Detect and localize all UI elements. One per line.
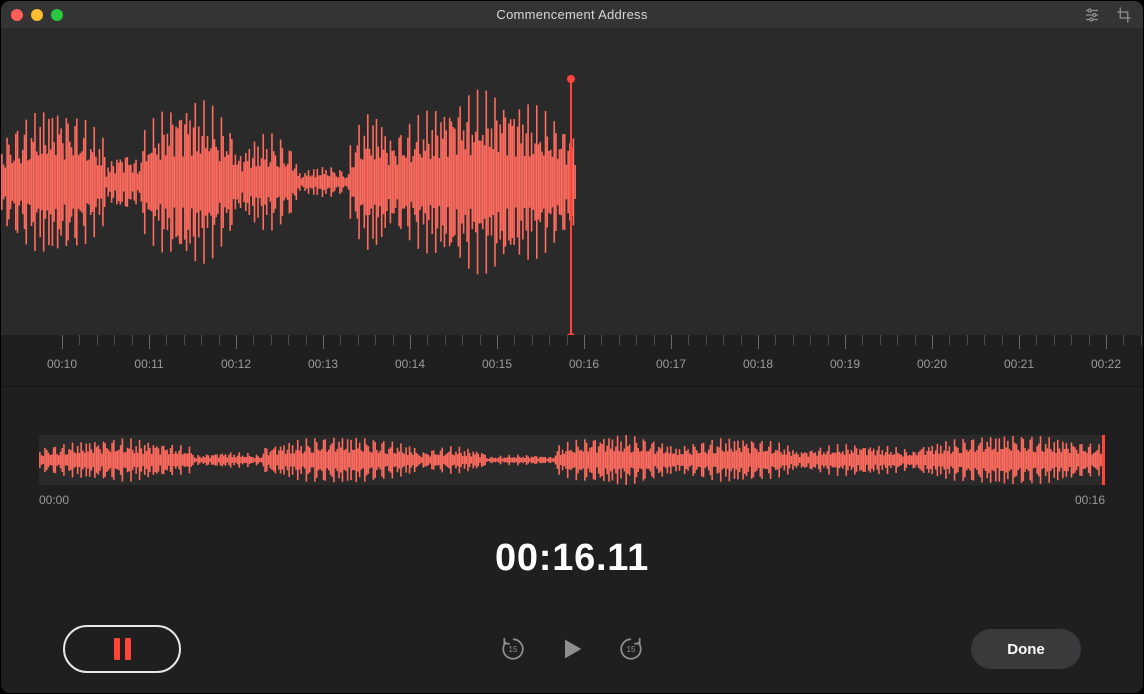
ruler-tick-label: 00:22: [1091, 357, 1121, 371]
play-button[interactable]: [558, 635, 586, 663]
skip-fwd-label: 15: [627, 645, 636, 654]
app-window: Commencement Address: [0, 0, 1144, 694]
ruler-tick-label: 00:19: [830, 357, 860, 371]
overview-start-time: 00:00: [39, 493, 69, 507]
pause-icon: [114, 638, 120, 660]
controls-row: 15 15 Done: [1, 625, 1143, 673]
window-traffic-lights: [11, 9, 63, 21]
overview-area: 00:00 00:16: [1, 387, 1143, 507]
fullscreen-window-button[interactable]: [51, 9, 63, 21]
waveform-main[interactable]: [1, 29, 1143, 335]
overview-end-time: 00:16: [1075, 493, 1105, 507]
ruler-tick-label: 00:16: [569, 357, 599, 371]
overview-strip[interactable]: [39, 435, 1105, 485]
ruler-tick-label: 00:21: [1004, 357, 1034, 371]
ruler-tick-label: 00:15: [482, 357, 512, 371]
ruler-tick-label: 00:18: [743, 357, 773, 371]
skip-back-15-button[interactable]: 15: [500, 636, 526, 662]
playhead[interactable]: [570, 79, 572, 335]
recording-timer: 00:16.11: [1, 537, 1143, 580]
title-bar: Commencement Address: [1, 1, 1143, 29]
overview-playhead[interactable]: [1102, 435, 1105, 485]
ruler-tick-label: 00:20: [917, 357, 947, 371]
window-title: Commencement Address: [496, 7, 647, 22]
crop-icon[interactable]: [1115, 6, 1133, 24]
ruler-tick-label: 00:17: [656, 357, 686, 371]
ruler-tick-label: 00:14: [395, 357, 425, 371]
done-button-label: Done: [1007, 641, 1045, 658]
ruler-tick-label: 00:11: [134, 357, 163, 371]
time-ruler[interactable]: 00:10 00:11 00:12 00:13 00:14 00:15 00:16 00:17…: [1, 335, 1143, 387]
ruler-tick-label: 00:12: [221, 357, 251, 371]
ruler-tick-label: 00:10: [47, 357, 77, 371]
done-button[interactable]: Done: [971, 629, 1081, 669]
overview-waveform-svg: [39, 435, 1105, 485]
pause-icon: [125, 638, 131, 660]
skip-forward-15-button[interactable]: 15: [618, 636, 644, 662]
ruler-tick-label: 00:13: [308, 357, 338, 371]
minimize-window-button[interactable]: [31, 9, 43, 21]
skip-back-label: 15: [509, 645, 518, 654]
pause-button[interactable]: [63, 625, 181, 673]
close-window-button[interactable]: [11, 9, 23, 21]
settings-icon[interactable]: [1083, 6, 1101, 24]
